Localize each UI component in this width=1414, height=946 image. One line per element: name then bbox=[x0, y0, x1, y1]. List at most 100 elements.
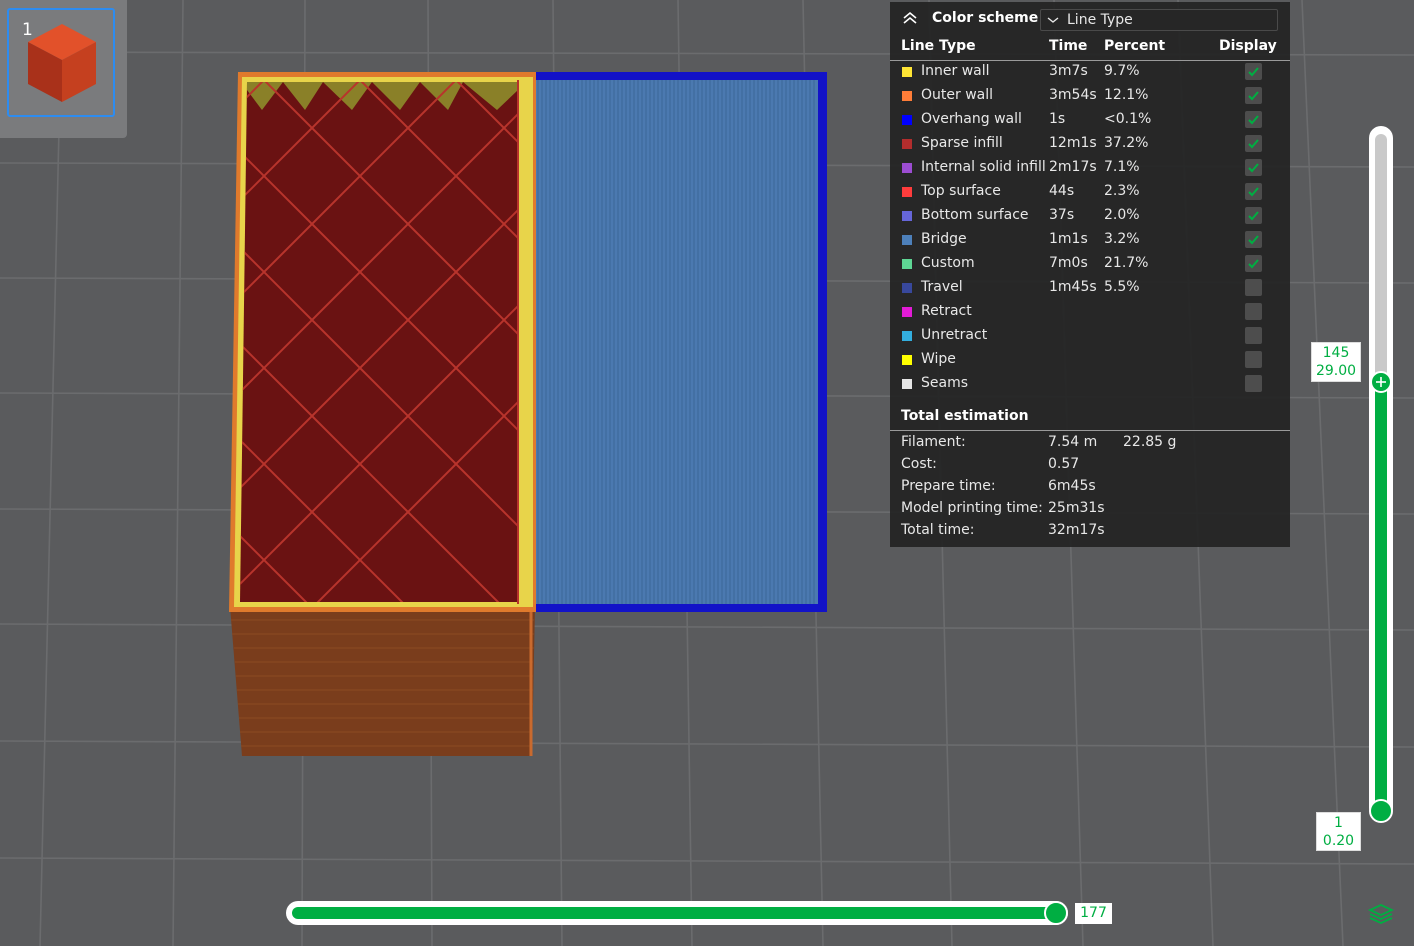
estimation-cost-row: Cost: 0.57 bbox=[890, 456, 1290, 478]
line-type-name: Seams bbox=[921, 375, 969, 391]
legend-row: Seams bbox=[890, 374, 1290, 398]
line-type-swatch bbox=[902, 139, 912, 149]
checkmark-icon bbox=[1248, 235, 1259, 245]
color-scheme-dropdown[interactable]: Line Type bbox=[1040, 9, 1278, 31]
line-type-name: Internal solid infill bbox=[921, 159, 1046, 175]
display-checkbox[interactable] bbox=[1245, 135, 1262, 152]
legend-panel: Color scheme Line Type Line Type Time Pe… bbox=[890, 2, 1290, 547]
plus-icon bbox=[1376, 377, 1386, 387]
display-checkbox[interactable] bbox=[1245, 63, 1262, 80]
line-type-name: Outer wall bbox=[921, 87, 994, 103]
display-checkbox[interactable] bbox=[1245, 159, 1262, 176]
display-checkbox[interactable] bbox=[1245, 375, 1262, 392]
line-type-name: Travel bbox=[921, 279, 963, 295]
line-type-time: 1m45s bbox=[1049, 279, 1097, 295]
color-scheme-label: Color scheme bbox=[932, 10, 1039, 26]
display-checkbox[interactable] bbox=[1245, 183, 1262, 200]
legend-row: Bridge 1m1s 3.2% bbox=[890, 230, 1290, 254]
lower-layer-label: 1 0.20 bbox=[1316, 812, 1361, 851]
layer-slider-inactive bbox=[1375, 134, 1387, 382]
estimation-prepare-row: Prepare time: 6m45s bbox=[890, 478, 1290, 500]
layer-slider-upper-handle[interactable] bbox=[1370, 371, 1392, 393]
move-slider-handle[interactable] bbox=[1044, 901, 1068, 925]
cost-label: Cost: bbox=[901, 456, 937, 472]
filament-length: 7.54 m bbox=[1048, 434, 1098, 450]
checkmark-icon bbox=[1248, 67, 1259, 77]
line-type-percent: 2.0% bbox=[1104, 207, 1140, 223]
model-printing-time-value: 25m31s bbox=[1048, 500, 1105, 516]
line-type-swatch bbox=[902, 259, 912, 269]
total-time-label: Total time: bbox=[901, 522, 975, 538]
line-type-percent: 3.2% bbox=[1104, 231, 1140, 247]
display-checkbox[interactable] bbox=[1245, 207, 1262, 224]
legend-row: Retract bbox=[890, 302, 1290, 326]
legend-column-headers: Line Type Time Percent Display bbox=[890, 38, 1290, 61]
display-checkbox[interactable] bbox=[1245, 279, 1262, 296]
column-line-type: Line Type bbox=[901, 38, 976, 54]
total-time-value: 32m17s bbox=[1048, 522, 1105, 538]
line-type-name: Bridge bbox=[921, 231, 967, 247]
checkmark-icon bbox=[1248, 211, 1259, 221]
bridge-infill-area bbox=[519, 80, 818, 604]
layers-icon[interactable] bbox=[1367, 902, 1395, 926]
line-type-swatch bbox=[902, 211, 912, 221]
display-checkbox[interactable] bbox=[1245, 111, 1262, 128]
legend-row: Custom 7m0s 21.7% bbox=[890, 254, 1290, 278]
legend-row: Top surface 44s 2.3% bbox=[890, 182, 1290, 206]
legend-row: Outer wall 3m54s 12.1% bbox=[890, 86, 1290, 110]
line-type-swatch bbox=[902, 235, 912, 245]
line-type-time: 37s bbox=[1049, 207, 1075, 223]
line-type-swatch bbox=[902, 307, 912, 317]
display-checkbox[interactable] bbox=[1245, 303, 1262, 320]
divider bbox=[890, 430, 1290, 431]
lower-layer-height: 0.20 bbox=[1322, 833, 1355, 849]
line-type-time: 1s bbox=[1049, 111, 1066, 127]
line-type-time: 12m1s bbox=[1049, 135, 1097, 151]
checkmark-icon bbox=[1248, 91, 1259, 101]
line-type-time: 2m17s bbox=[1049, 159, 1097, 175]
layer-slider-track[interactable] bbox=[1369, 126, 1393, 820]
line-type-swatch bbox=[902, 187, 912, 197]
filament-label: Filament: bbox=[901, 434, 966, 450]
line-type-swatch bbox=[902, 67, 912, 77]
collapse-chevron-icon[interactable] bbox=[902, 11, 918, 25]
display-checkbox[interactable] bbox=[1245, 327, 1262, 344]
line-type-name: Inner wall bbox=[921, 63, 990, 79]
checkmark-icon bbox=[1248, 115, 1259, 125]
move-slider-range bbox=[292, 907, 1054, 919]
line-type-percent: 2.3% bbox=[1104, 183, 1140, 199]
line-type-time: 1m1s bbox=[1049, 231, 1088, 247]
gcode-preview-model[interactable] bbox=[0, 0, 900, 800]
line-type-time: 3m7s bbox=[1049, 63, 1088, 79]
line-type-percent: 21.7% bbox=[1104, 255, 1149, 271]
line-type-percent: 9.7% bbox=[1104, 63, 1140, 79]
move-slider-track[interactable] bbox=[286, 901, 1068, 925]
line-type-name: Unretract bbox=[921, 327, 988, 343]
line-type-name: Sparse infill bbox=[921, 135, 1003, 151]
layer-slider-lower-handle[interactable] bbox=[1369, 799, 1393, 823]
display-checkbox[interactable] bbox=[1245, 87, 1262, 104]
line-type-swatch bbox=[902, 331, 912, 341]
line-type-time: 44s bbox=[1049, 183, 1075, 199]
line-type-swatch bbox=[902, 163, 912, 173]
line-type-name: Bottom surface bbox=[921, 207, 1029, 223]
line-type-time: 7m0s bbox=[1049, 255, 1088, 271]
upper-layer-height: 29.00 bbox=[1315, 363, 1357, 379]
checkmark-icon bbox=[1248, 139, 1259, 149]
display-checkbox[interactable] bbox=[1245, 351, 1262, 368]
line-type-percent: 7.1% bbox=[1104, 159, 1140, 175]
checkmark-icon bbox=[1248, 259, 1259, 269]
estimation-model-time-row: Model printing time: 25m31s bbox=[890, 500, 1290, 522]
legend-row: Wipe bbox=[890, 350, 1290, 374]
line-type-name: Overhang wall bbox=[921, 111, 1022, 127]
legend-header: Color scheme Line Type bbox=[890, 2, 1290, 35]
display-checkbox[interactable] bbox=[1245, 231, 1262, 248]
line-type-percent: 5.5% bbox=[1104, 279, 1140, 295]
estimation-filament-row: Filament: 7.54 m 22.85 g bbox=[890, 434, 1290, 456]
display-checkbox[interactable] bbox=[1245, 255, 1262, 272]
color-scheme-value: Line Type bbox=[1067, 12, 1133, 28]
line-type-percent: <0.1% bbox=[1104, 111, 1152, 127]
line-type-swatch bbox=[902, 355, 912, 365]
layer-slider-range bbox=[1375, 382, 1387, 810]
line-type-percent: 12.1% bbox=[1104, 87, 1149, 103]
